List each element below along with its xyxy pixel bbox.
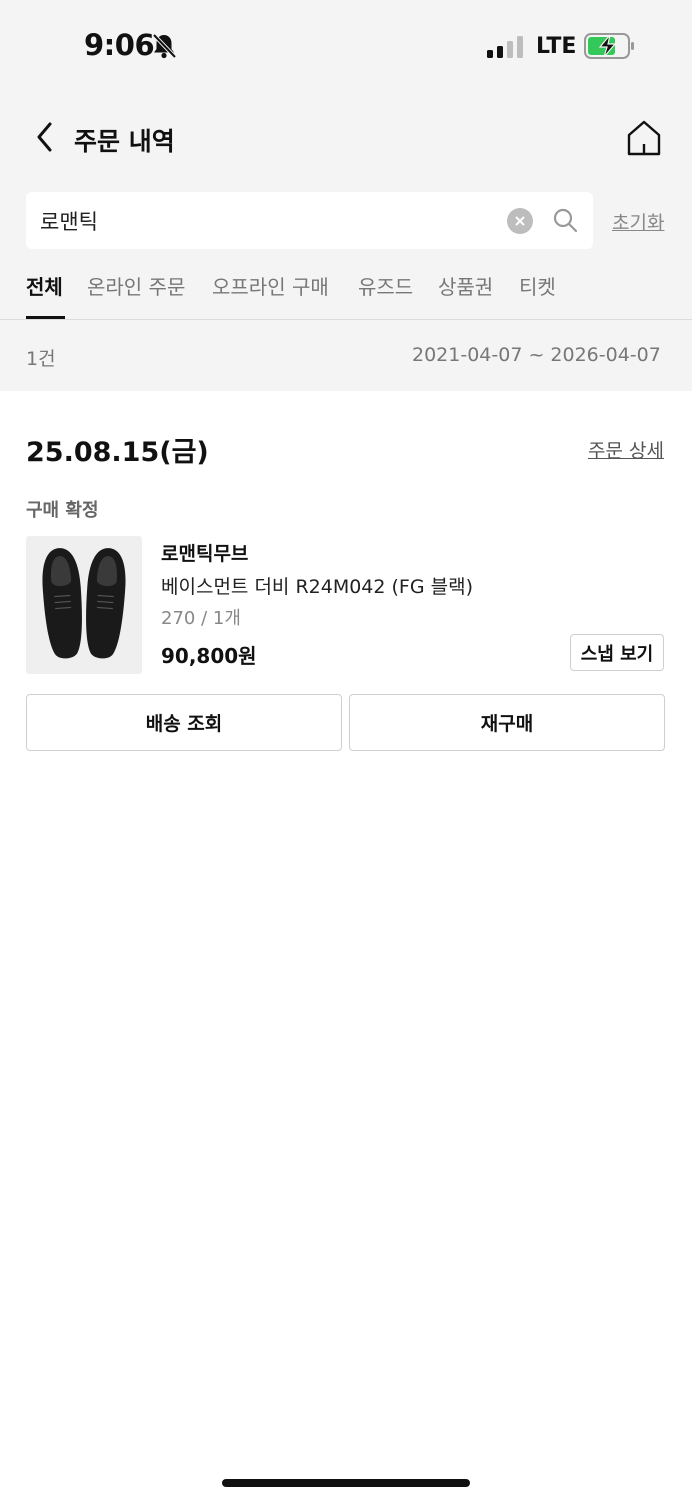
product-name[interactable]: 베이스먼트 더비 R24M042 (FG 블랙) [161,572,473,599]
order-status: 구매 확정 [26,500,99,521]
network-label: LTE [536,34,577,59]
clear-icon[interactable] [507,208,533,234]
reset-button[interactable]: 초기화 [612,208,664,235]
product-brand[interactable]: 로맨틱무브 [161,539,248,566]
home-icon[interactable] [624,118,664,158]
product-option: 270 / 1개 [161,608,241,629]
product-price: 90,800원 [161,644,257,668]
shoe-right [86,548,126,659]
tab-online-order[interactable]: 온라인 주문 [87,271,185,300]
snap-view-button[interactable]: 스냅 보기 [570,634,664,671]
tab-all[interactable]: 전체 [26,271,63,300]
tab-gift-card[interactable]: 상품권 [438,271,493,300]
battery-charging-icon [584,33,634,59]
search-field[interactable]: 로맨틱 [26,192,593,249]
search-icon[interactable] [551,206,579,234]
tab-used[interactable]: 유즈드 [358,271,413,300]
delivery-tracking-button[interactable]: 배송 조회 [26,694,342,751]
order-detail-link[interactable]: 주문 상세 [588,436,664,463]
status-time: 9:06 [84,28,155,62]
home-indicator[interactable] [222,1479,470,1487]
page-title: 주문 내역 [74,127,175,156]
signal-icon [487,36,523,58]
rebuy-button[interactable]: 재구매 [349,694,665,751]
product-image[interactable] [26,536,142,674]
search-input[interactable]: 로맨틱 [40,206,98,236]
tab-ticket[interactable]: 티켓 [519,271,556,300]
tab-offline-purchase[interactable]: 오프라인 구매 [212,271,329,300]
date-range[interactable]: 2021-04-07 ~ 2026-04-07 [412,344,661,366]
back-chevron-icon[interactable] [30,120,62,154]
shoe-left [42,548,82,659]
order-date: 25.08.15(금) [26,437,209,468]
result-count: 1건 [26,348,56,370]
tab-divider [0,319,692,320]
bell-slash-icon [152,33,177,59]
